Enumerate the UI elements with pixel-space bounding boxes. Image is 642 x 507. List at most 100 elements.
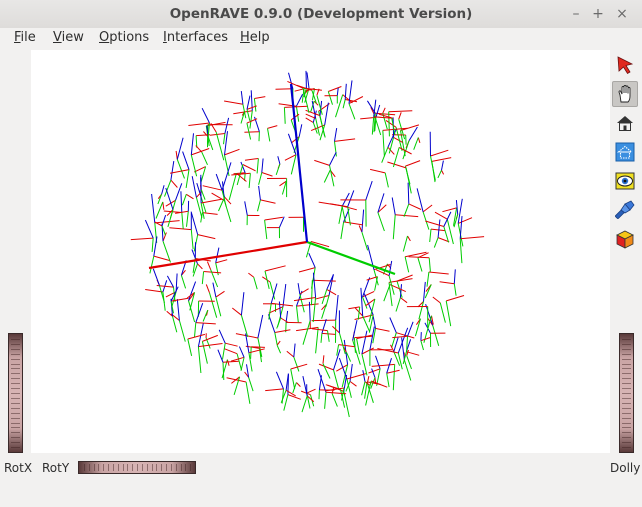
frame-axis-line bbox=[362, 370, 366, 382]
frame-axis-line bbox=[245, 381, 251, 404]
thumbwheel-ridge bbox=[11, 378, 20, 380]
frame-axis-line bbox=[408, 203, 422, 210]
frame-axis-line bbox=[170, 179, 178, 188]
frame-axis-line bbox=[361, 330, 368, 355]
thumbwheel-ridge bbox=[83, 464, 85, 471]
menu-help[interactable]: Help bbox=[240, 30, 270, 45]
frame-axis-line bbox=[240, 292, 245, 316]
thumbwheel-ridge bbox=[622, 393, 631, 394]
frame-axis-line bbox=[342, 99, 346, 109]
frame-axis-line bbox=[170, 169, 190, 174]
frame-axis-line bbox=[197, 234, 216, 240]
frame-axis-line bbox=[441, 169, 445, 175]
frame-axis-line bbox=[261, 158, 264, 173]
thumbwheel-ridge bbox=[161, 464, 163, 471]
maximize-button[interactable]: + bbox=[588, 4, 608, 24]
frame-axis-line bbox=[392, 214, 396, 240]
scene-canvas[interactable] bbox=[31, 50, 610, 453]
frame-axis-line bbox=[371, 368, 376, 378]
minimize-button[interactable]: – bbox=[566, 4, 586, 24]
pan-mode-button[interactable] bbox=[612, 81, 638, 107]
menu-interfaces[interactable]: Interfaces bbox=[163, 30, 228, 45]
seek-button[interactable] bbox=[612, 197, 638, 223]
home-icon bbox=[617, 116, 633, 131]
thumbwheel-ridge bbox=[11, 442, 20, 444]
thumbwheel-ridge bbox=[112, 464, 114, 471]
select-mode-button[interactable] bbox=[612, 52, 638, 78]
frame-axis-line bbox=[269, 281, 276, 300]
frame-axis-line bbox=[244, 201, 248, 216]
view-home-button[interactable] bbox=[612, 110, 638, 136]
frame-axis-line bbox=[240, 111, 246, 124]
projection-toggle-button[interactable] bbox=[612, 226, 638, 252]
roty-thumbwheel[interactable] bbox=[78, 461, 196, 474]
frame-axis-line bbox=[377, 212, 385, 232]
frame-axis-line bbox=[201, 107, 210, 124]
frame-axis-line bbox=[305, 117, 314, 123]
frame-axis-line bbox=[274, 329, 291, 333]
frame-axis-line bbox=[240, 91, 244, 105]
frame-axis-line bbox=[383, 284, 391, 302]
frame-axis-line bbox=[385, 119, 397, 128]
thumbwheel-ridge bbox=[11, 422, 20, 424]
thumbwheel-ridge bbox=[117, 464, 119, 471]
thumbwheel-ridge bbox=[11, 363, 20, 365]
frame-axis-line bbox=[197, 346, 202, 374]
thumbwheel-ridge bbox=[146, 464, 148, 471]
frame-axis-line bbox=[388, 111, 390, 137]
menu-bar: File View Options Interfaces Help bbox=[0, 28, 642, 50]
frame-axis-line bbox=[406, 351, 420, 356]
view-all-button[interactable] bbox=[612, 168, 638, 194]
frame-axis-line bbox=[284, 154, 297, 161]
frame-axis-line bbox=[432, 296, 441, 304]
frame-axis-line bbox=[375, 112, 396, 116]
thumbwheel-ridge bbox=[622, 437, 631, 439]
menu-file[interactable]: File bbox=[14, 30, 36, 45]
thumbwheel-ridge bbox=[622, 378, 631, 380]
close-button[interactable]: × bbox=[612, 4, 632, 24]
frame-axis-line bbox=[153, 255, 170, 261]
frame-axis-line bbox=[202, 334, 218, 342]
frame-axis-line bbox=[348, 96, 364, 105]
frame-axis-line bbox=[149, 255, 155, 274]
view-all-icon bbox=[615, 172, 635, 190]
frame-axis-line bbox=[445, 300, 452, 327]
3d-viewport[interactable] bbox=[31, 50, 610, 453]
select-arrow-icon bbox=[617, 56, 634, 75]
frame-axis-line bbox=[293, 343, 296, 358]
menu-options[interactable]: Options bbox=[99, 30, 149, 45]
thumbwheel-ridge bbox=[622, 442, 631, 444]
frame-axis-line bbox=[305, 113, 316, 119]
menu-view[interactable]: View bbox=[53, 30, 84, 45]
frame-axis-line bbox=[257, 199, 261, 212]
frame-axis-line bbox=[176, 137, 184, 160]
frame-axis-line bbox=[212, 282, 217, 298]
hand-pan-icon bbox=[618, 85, 631, 103]
frame-axis-line bbox=[253, 276, 258, 290]
dolly-thumbwheel[interactable] bbox=[619, 333, 634, 453]
frame-axis-line bbox=[186, 211, 189, 227]
thumbwheel-ridge bbox=[11, 427, 20, 429]
thumbwheel-ridge bbox=[622, 338, 631, 340]
frame-axis-line bbox=[398, 112, 402, 120]
set-home-button[interactable] bbox=[612, 139, 638, 165]
frame-axis-line bbox=[433, 237, 439, 248]
frame-axis-line bbox=[439, 281, 455, 285]
thumbwheel-ridge bbox=[11, 388, 20, 390]
frame-axis-line bbox=[326, 288, 337, 296]
frame-axis-line bbox=[326, 274, 334, 290]
frame-axis-line bbox=[439, 302, 446, 323]
thumbwheel-ridge bbox=[11, 397, 20, 399]
frame-axis-line bbox=[437, 219, 441, 238]
frame-axis-line bbox=[176, 159, 185, 179]
frame-axis-line bbox=[455, 200, 459, 215]
frame-axis-line bbox=[453, 283, 457, 296]
frame-axis-line bbox=[264, 265, 286, 272]
frame-axis-line bbox=[408, 126, 418, 141]
rotx-thumbwheel[interactable] bbox=[8, 333, 23, 453]
frame-axis-line bbox=[257, 314, 264, 339]
frame-axis-line bbox=[240, 315, 249, 338]
frame-axis-line bbox=[206, 261, 212, 270]
frame-axis-line bbox=[170, 161, 175, 181]
thumbwheel-ridge bbox=[11, 343, 20, 345]
